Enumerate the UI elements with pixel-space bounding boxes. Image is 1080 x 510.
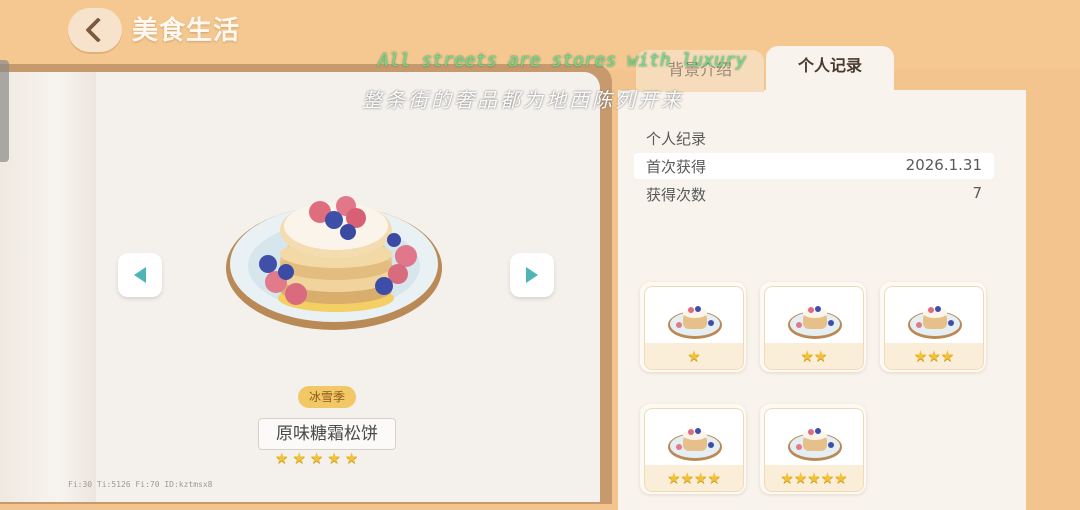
star-icon: ★ xyxy=(940,347,955,365)
dish-star-rating: ★ ★ ★ ★ ★ xyxy=(275,449,358,467)
star-icon: ★ xyxy=(807,469,821,487)
variant-card-4-star[interactable]: ★★★★ xyxy=(640,404,746,494)
card-star-rating: ★ xyxy=(645,347,743,365)
record-value: 7 xyxy=(972,184,982,202)
star-icon: ★ xyxy=(694,469,708,487)
page-title: 美食生活 xyxy=(132,16,241,46)
card-frame: ★★★ xyxy=(884,286,984,370)
book-spine xyxy=(0,72,96,502)
card-frame: ★★ xyxy=(764,286,864,370)
star-icon: ★ xyxy=(834,469,848,487)
debug-info: Fi:30 Ti:5126 Fi:70 ID:kztmsx8 xyxy=(68,480,213,489)
dish-name: 原味糖霜松饼 xyxy=(258,418,396,450)
variant-card-5-star[interactable]: ★★★★★ xyxy=(760,404,866,494)
card-frame: ★★★★ xyxy=(644,408,744,492)
star-icon: ★ xyxy=(680,469,694,487)
star-icon: ★ xyxy=(793,469,808,487)
tab-personal-record[interactable]: 个人记录 xyxy=(766,46,894,92)
arrow-right-icon xyxy=(526,267,538,283)
star-icon: ★ xyxy=(667,469,681,487)
pancake-thumbnail xyxy=(788,428,842,461)
star-icon: ★ xyxy=(687,347,701,365)
star-icon: ★ xyxy=(309,449,324,467)
card-star-rating: ★★★★ xyxy=(645,469,743,487)
star-icon: ★ xyxy=(344,449,359,467)
star-icon: ★ xyxy=(292,449,306,467)
subtitle-english: All streets are stores with luxury xyxy=(378,50,747,71)
star-icon: ★ xyxy=(800,347,814,365)
arrow-left-icon xyxy=(134,267,146,283)
star-icon: ★ xyxy=(780,469,794,487)
previous-dish-button[interactable] xyxy=(118,253,162,297)
variant-card-3-star[interactable]: ★★★ xyxy=(880,282,986,372)
star-icon: ★ xyxy=(913,347,928,365)
record-label: 首次获得 xyxy=(646,158,707,176)
back-button[interactable] xyxy=(68,8,122,52)
variant-card-2-star[interactable]: ★★ xyxy=(760,282,866,372)
pancake-dish-image xyxy=(226,196,442,330)
star-icon: ★ xyxy=(707,469,721,487)
star-icon: ★ xyxy=(327,449,341,467)
star-icon: ★ xyxy=(275,449,289,467)
pancake-thumbnail xyxy=(668,428,722,461)
next-dish-button[interactable] xyxy=(510,253,554,297)
record-label: 获得次数 xyxy=(646,186,707,204)
star-icon: ★ xyxy=(814,347,828,365)
subtitle-chinese: 整条街的奢品都为地西陈列开来 xyxy=(362,88,684,112)
star-icon: ★ xyxy=(927,347,941,365)
card-star-rating: ★★★ xyxy=(885,347,983,365)
card-frame: ★ xyxy=(644,286,744,370)
card-star-rating: ★★★★★ xyxy=(765,469,863,487)
side-handle[interactable] xyxy=(0,60,9,162)
chevron-left-icon xyxy=(85,17,111,43)
pancake-thumbnail xyxy=(908,306,962,339)
pancake-thumbnail xyxy=(668,306,722,339)
variant-card-1-star[interactable]: ★ xyxy=(640,282,746,372)
record-value: 2026.1.31 xyxy=(905,156,982,174)
record-heading: 个人纪录 xyxy=(646,130,707,148)
star-icon: ★ xyxy=(820,469,835,487)
pancake-thumbnail xyxy=(788,306,842,339)
card-frame: ★★★★★ xyxy=(764,408,864,492)
card-star-rating: ★★ xyxy=(765,347,863,365)
record-row-first-obtained: 首次获得 2026.1.31 xyxy=(634,153,994,179)
season-badge: 冰雪季 xyxy=(298,386,356,408)
record-row-obtain-count: 获得次数 7 xyxy=(634,181,994,207)
